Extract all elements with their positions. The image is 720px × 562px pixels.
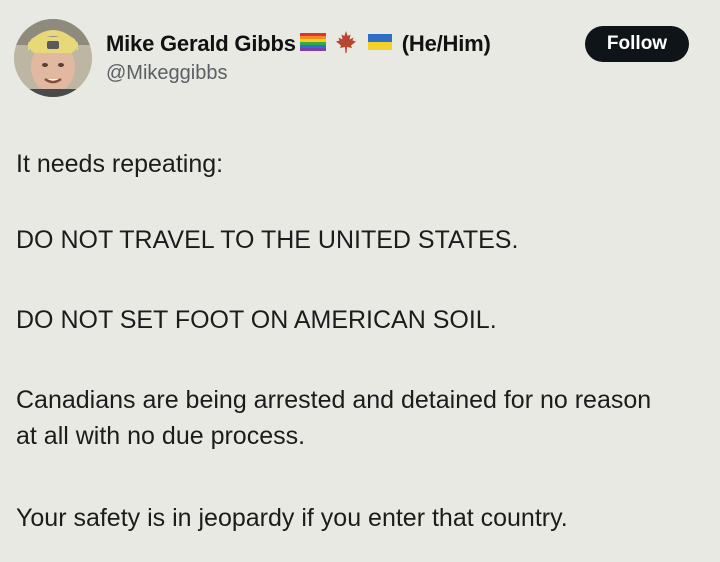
post-card: Mike Gerald Gibbs (He/Him) @Mikeggibbs F… (0, 0, 720, 562)
post-paragraph: DO NOT SET FOOT ON AMERICAN SOIL. (16, 306, 497, 334)
rainbow-flag-icon (299, 32, 326, 56)
ukraine-flag-icon (367, 33, 392, 55)
avatar[interactable] (14, 19, 92, 97)
follow-button[interactable]: Follow (585, 26, 689, 62)
maple-leaf-icon (334, 30, 358, 59)
pronouns: (He/Him) (401, 31, 491, 56)
post-paragraph: Your safety is in jeopardy if you enter … (16, 504, 568, 532)
author-name-row: Mike Gerald Gibbs (He/Him) (106, 29, 491, 59)
display-name[interactable]: Mike Gerald Gibbs (106, 31, 296, 57)
post-paragraph: Canadians are being arrested and detaine… (16, 386, 652, 450)
post-paragraph: It needs repeating: (16, 150, 224, 178)
author-handle[interactable]: @Mikeggibbs (106, 62, 227, 85)
post-paragraph: DO NOT TRAVEL TO THE UNITED STATES. (16, 226, 519, 254)
